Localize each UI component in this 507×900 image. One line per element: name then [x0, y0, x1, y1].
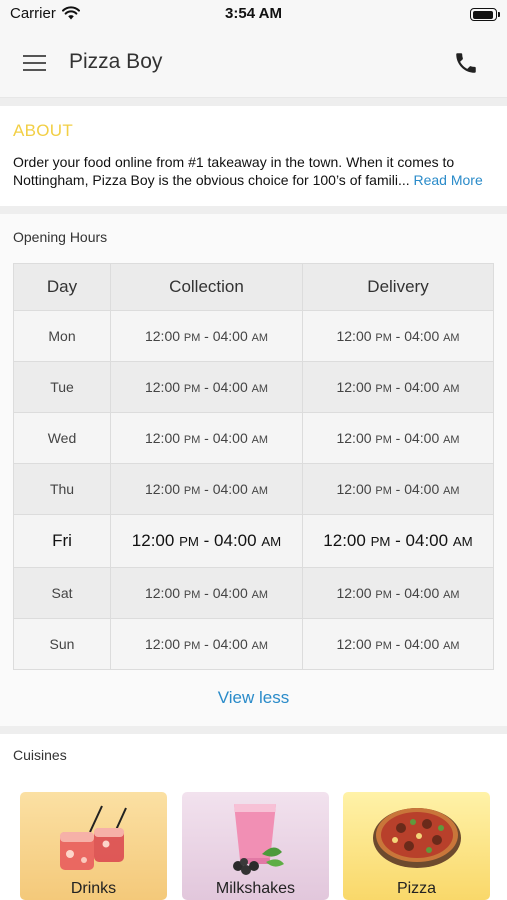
day-cell: Fri	[13, 514, 111, 568]
collection-hours-cell: 12:00 PM - 04:00 AM	[110, 361, 303, 413]
opening-hours-section: Opening Hours Day Collection Delivery Mo…	[0, 214, 507, 726]
app-bar: Pizza Boy	[0, 30, 507, 98]
delivery-hours-cell: 12:00 PM - 04:00 AM	[302, 361, 494, 413]
table-header-row: Day Collection Delivery	[13, 263, 494, 311]
milkshake-glass-icon	[233, 804, 284, 875]
cuisine-card-milkshakes[interactable]: Milkshakes	[182, 792, 329, 900]
collection-hours-cell: 12:00 PM - 04:00 AM	[110, 412, 303, 464]
table-row: Sat 12:00 PM - 04:00 AM 12:00 PM - 04:00…	[13, 567, 494, 619]
cuisines-section: Cuisines Drinks Milkshakes Pizza	[0, 734, 507, 900]
cuisine-label: Pizza	[396, 880, 437, 897]
cuisine-label: Milkshakes	[215, 880, 296, 897]
day-cell: Sun	[13, 618, 111, 670]
about-description: Order your food online from #1 takeaway …	[13, 153, 498, 189]
view-less-button[interactable]: View less	[0, 688, 507, 708]
status-bar: Carrier 3:54 AM	[0, 0, 507, 30]
column-header-delivery: Delivery	[302, 263, 494, 311]
about-heading: ABOUT	[13, 121, 74, 140]
about-text-line: Nottingham, Pizza Boy is the obvious cho…	[13, 171, 498, 189]
about-ellipsis: ...	[397, 172, 410, 188]
table-row: Thu 12:00 PM - 04:00 AM 12:00 PM - 04:00…	[13, 463, 494, 515]
read-more-link[interactable]: Read More	[414, 172, 483, 188]
about-section: ABOUT Order your food online from #1 tak…	[0, 106, 507, 206]
collection-hours-cell: 12:00 PM - 04:00 AM	[110, 463, 303, 515]
delivery-hours-cell: 12:00 PM - 04:00 AM	[302, 412, 494, 464]
cocktail-glasses-icon	[60, 805, 127, 870]
cuisine-card-pizza[interactable]: Pizza	[343, 792, 490, 900]
collection-hours-cell: 12:00 PM - 04:00 AM	[110, 618, 303, 670]
column-header-day: Day	[13, 263, 111, 311]
cuisines-title: Cuisines	[13, 747, 67, 763]
day-cell: Sat	[13, 567, 111, 619]
day-cell: Tue	[13, 361, 111, 413]
day-cell: Mon	[13, 310, 111, 362]
table-row: Sun 12:00 PM - 04:00 AM 12:00 PM - 04:00…	[13, 618, 494, 670]
day-cell: Wed	[13, 412, 111, 464]
column-header-collection: Collection	[110, 263, 303, 311]
table-row-today: Fri 12:00 PM - 04:00 AM 12:00 PM - 04:00…	[13, 514, 494, 568]
opening-hours-table: Day Collection Delivery Mon 12:00 PM - 0…	[13, 263, 494, 670]
collection-hours-cell: 12:00 PM - 04:00 AM	[110, 514, 303, 568]
page-title: Pizza Boy	[69, 50, 163, 73]
table-row: Mon 12:00 PM - 04:00 AM 12:00 PM - 04:00…	[13, 310, 494, 362]
battery-icon	[470, 8, 500, 21]
delivery-hours-cell: 12:00 PM - 04:00 AM	[302, 310, 494, 362]
about-text-truncated: Nottingham, Pizza Boy is the obvious cho…	[13, 172, 398, 188]
about-text-line: Order your food online from #1 takeaway …	[13, 154, 455, 170]
table-row: Tue 12:00 PM - 04:00 AM 12:00 PM - 04:00…	[13, 361, 494, 413]
cuisine-card-drinks[interactable]: Drinks	[20, 792, 167, 900]
table-row: Wed 12:00 PM - 04:00 AM 12:00 PM - 04:00…	[13, 412, 494, 464]
phone-icon[interactable]	[453, 50, 481, 78]
opening-hours-title: Opening Hours	[13, 229, 108, 245]
hamburger-menu-icon[interactable]	[21, 52, 49, 76]
status-time: 3:54 AM	[225, 5, 282, 22]
cuisine-label: Drinks	[70, 880, 117, 897]
delivery-hours-cell: 12:00 PM - 04:00 AM	[302, 567, 494, 619]
delivery-hours-cell: 12:00 PM - 04:00 AM	[302, 463, 494, 515]
pizza-icon	[373, 808, 461, 868]
collection-hours-cell: 12:00 PM - 04:00 AM	[110, 310, 303, 362]
day-cell: Thu	[13, 463, 111, 515]
delivery-hours-cell: 12:00 PM - 04:00 AM	[302, 514, 494, 568]
collection-hours-cell: 12:00 PM - 04:00 AM	[110, 567, 303, 619]
delivery-hours-cell: 12:00 PM - 04:00 AM	[302, 618, 494, 670]
